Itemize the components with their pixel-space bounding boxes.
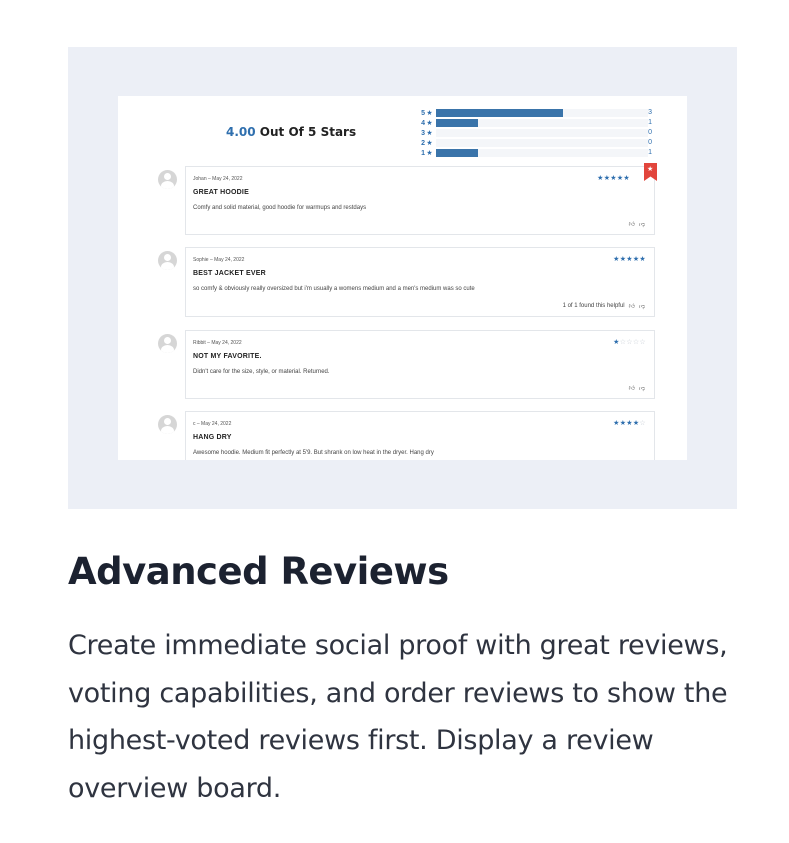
rating-row-4[interactable]: 4 ★ 1 (411, 118, 652, 128)
review-title: BEST JACKET EVER (193, 270, 266, 277)
star-empty-icon: ☆ (626, 339, 633, 346)
avatar (158, 415, 177, 434)
star-icon: ★ (426, 140, 433, 147)
rating-row-count: 0 (648, 129, 652, 136)
thumbs-up-icon[interactable]: 👍︎ (629, 302, 635, 310)
thumbs-down-icon[interactable]: 👎︎ (639, 302, 645, 310)
thumbs-down-icon[interactable]: 👎︎ (639, 384, 645, 392)
star-filled-icon: ★ (613, 256, 620, 263)
review-title: NOT MY FAVORITE. (193, 353, 262, 360)
review-text: Comfy and solid material, good hoodie fo… (193, 205, 367, 211)
review-stars: ★★★★☆ (613, 419, 646, 427)
review-meta: Sophie – May 24, 2022 (193, 257, 245, 263)
review-meta: Johan – May 24, 2022 (193, 176, 243, 182)
rating-row-count: 1 (648, 149, 652, 156)
review-title: HANG DRY (193, 434, 232, 441)
avatar (158, 334, 177, 353)
star-filled-icon: ★ (597, 175, 604, 182)
rating-bar-track: 3 (436, 109, 652, 117)
rating-row-3[interactable]: 3 ★ 0 (411, 128, 652, 138)
star-icon: ★ (426, 130, 433, 137)
star-empty-icon: ☆ (639, 420, 646, 427)
rating-row-5[interactable]: 5 ★ 3 (411, 108, 652, 118)
review-stars: ★★★★★ (597, 174, 630, 182)
star-icon: ★ (426, 150, 433, 157)
star-filled-icon: ★ (610, 175, 617, 182)
review-card: Ribbit – May 24, 2022 NOT MY FAVORITE. D… (185, 330, 655, 399)
review-item: Johan – May 24, 2022 GREAT HOODIE Comfy … (154, 163, 687, 236)
star-icon: ★ (426, 110, 433, 117)
star-icon: ★ (647, 166, 654, 173)
reviews-screenshot: 4.00 Out Of 5 Stars 5 ★ 3 4 ★ 1 3 ★ 0 2 … (118, 96, 687, 460)
rating-bar-fill (436, 149, 479, 157)
star-filled-icon: ★ (613, 420, 620, 427)
rating-row-label: 2 (421, 139, 425, 147)
feature-hero-panel: 4.00 Out Of 5 Stars 5 ★ 3 4 ★ 1 3 ★ 0 2 … (68, 47, 737, 509)
rating-row-label: 3 (421, 129, 425, 137)
helpful-text: 1 of 1 found this helpful (562, 303, 625, 309)
review-item: Sophie – May 24, 2022 BEST JACKET EVER s… (154, 247, 687, 317)
review-card: Johan – May 24, 2022 GREAT HOODIE Comfy … (185, 163, 657, 235)
rating-breakdown: 5 ★ 3 4 ★ 1 3 ★ 0 2 ★ 0 1 ★ 1 (411, 108, 652, 158)
feature-title: Advanced Reviews (68, 550, 449, 593)
avatar (158, 251, 177, 270)
star-filled-icon: ★ (623, 175, 630, 182)
rating-row-count: 3 (648, 109, 652, 116)
rating-row-label: 4 (421, 119, 425, 127)
review-voting: 👍︎ 👎︎ (625, 220, 645, 228)
thumbs-up-icon[interactable]: 👍︎ (629, 220, 635, 228)
star-filled-icon: ★ (626, 420, 633, 427)
review-card: c – May 24, 2022 HANG DRY Awesome hoodie… (185, 411, 655, 460)
review-voting: 1 of 1 found this helpful 👍︎ 👎︎ (563, 302, 645, 310)
review-text: Didn't care for the size, style, or mate… (193, 369, 330, 375)
rating-row-label: 5 (421, 109, 425, 117)
rating-bar-track: 1 (436, 119, 652, 127)
rating-suffix: Out Of 5 Stars (259, 125, 357, 139)
rating-bar-fill (436, 119, 479, 127)
rating-bar-track: 0 (436, 129, 652, 137)
review-stars: ★☆☆☆☆ (613, 338, 646, 346)
star-filled-icon: ★ (639, 256, 646, 263)
review-item: c – May 24, 2022 HANG DRY Awesome hoodie… (154, 411, 687, 460)
review-text: so comfy & obviously really oversized bu… (193, 286, 475, 292)
rating-bar-track: 0 (436, 139, 652, 147)
rating-row-2[interactable]: 2 ★ 0 (411, 138, 652, 148)
star-icon: ★ (426, 120, 433, 127)
rating-row-label: 1 (421, 149, 425, 157)
star-filled-icon: ★ (626, 256, 633, 263)
feature-description: Create immediate social proof with great… (68, 630, 728, 804)
rating-bar-track: 1 (436, 149, 652, 157)
thumbs-up-icon[interactable]: 👍︎ (629, 384, 635, 392)
review-item: Ribbit – May 24, 2022 NOT MY FAVORITE. D… (154, 330, 687, 400)
rating-row-count: 0 (648, 139, 652, 146)
thumbs-down-icon[interactable]: 👎︎ (639, 220, 645, 228)
review-card: Sophie – May 24, 2022 BEST JACKET EVER s… (185, 247, 655, 317)
avatar (158, 170, 177, 189)
average-rating: 4.00 (226, 125, 256, 139)
review-voting: 👍︎ 👎︎ (625, 384, 645, 392)
review-meta: Ribbit – May 24, 2022 (193, 340, 242, 346)
review-text: Awesome hoodie. Medium fit perfectly at … (193, 450, 434, 456)
review-meta: c – May 24, 2022 (193, 421, 232, 427)
featured-ribbon-icon: ★ (644, 163, 657, 181)
star-empty-icon: ☆ (639, 339, 646, 346)
rating-row-1[interactable]: 1 ★ 1 (411, 148, 652, 158)
star-filled-icon: ★ (613, 339, 620, 346)
rating-row-count: 1 (648, 119, 652, 126)
rating-summary: 4.00 Out Of 5 Stars (226, 125, 356, 139)
review-title: GREAT HOODIE (193, 189, 249, 196)
review-stars: ★★★★★ (613, 255, 646, 263)
rating-bar-fill (436, 109, 564, 117)
